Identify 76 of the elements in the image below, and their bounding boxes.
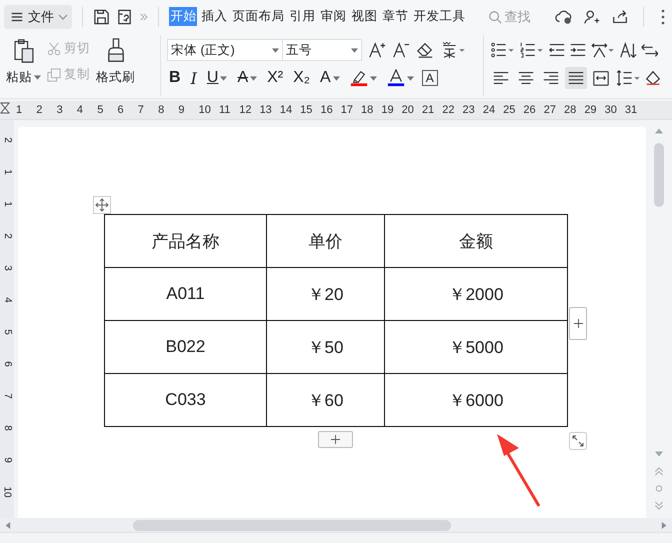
- ruler-number: 3: [56, 104, 64, 116]
- ruler-number: 16: [320, 104, 334, 116]
- format-button[interactable]: I: [188, 68, 199, 88]
- ruler-number: 25: [503, 104, 516, 116]
- ruler-number: 27: [544, 104, 557, 116]
- ribbon-tab[interactable]: 页面布局: [231, 7, 286, 26]
- ribbon-tab[interactable]: 审阅: [319, 7, 348, 26]
- ruler-number: 14: [280, 104, 294, 116]
- table-cell: 产品名称: [152, 232, 220, 250]
- table-cell: ￥50: [308, 338, 344, 356]
- ruler-number: 23: [462, 104, 476, 116]
- ruler-number: 19: [381, 104, 395, 116]
- ruler-number: 10: [1, 486, 13, 498]
- file-menu-button[interactable]: 文件: [4, 4, 72, 28]
- ribbon-tab[interactable]: 引用: [288, 7, 316, 26]
- ruler-number: 6: [117, 104, 125, 116]
- font-name-dropdown[interactable]: 宋体 (正文): [167, 39, 283, 61]
- ruler-number: 26: [523, 104, 537, 116]
- ruler-number: 30: [604, 104, 618, 116]
- ruler-number: 4: [1, 297, 13, 303]
- table-cell: ￥6000: [448, 390, 504, 410]
- format-button[interactable]: B: [167, 69, 183, 87]
- ruler-number: 7: [1, 393, 13, 399]
- ruler-number: 18: [361, 104, 374, 116]
- ribbon-tab[interactable]: 视图: [350, 7, 378, 26]
- table-cell: C033: [165, 390, 206, 409]
- ruler-number: 1: [1, 169, 13, 175]
- ruler-number: 29: [584, 104, 598, 116]
- format-button[interactable]: A: [318, 69, 342, 87]
- ruler-number: 20: [402, 104, 415, 116]
- table-cell: ￥60: [308, 390, 344, 410]
- ruler-number: 13: [260, 104, 273, 116]
- ruler-number: 4: [76, 104, 84, 116]
- ruler-number: 12: [239, 104, 253, 116]
- table-cell: B022: [166, 337, 206, 356]
- ruler-number: 8: [1, 425, 13, 431]
- table-cell: ￥20: [308, 284, 344, 304]
- ruler-number: 10: [198, 104, 212, 116]
- font-size-dropdown[interactable]: 五号: [282, 39, 362, 61]
- ruler-number: 28: [564, 104, 578, 116]
- ruler-number: 7: [138, 104, 145, 116]
- ruler-number: 2: [1, 137, 13, 143]
- format-button[interactable]: A: [235, 69, 260, 87]
- ruler-number: 21: [422, 104, 436, 116]
- table-cell: A011: [166, 284, 205, 303]
- search-field[interactable]: 查找: [488, 9, 550, 24]
- ruler-number: 5: [1, 329, 13, 335]
- table-cell: 单价: [308, 232, 342, 250]
- ruler-number: 8: [158, 104, 166, 116]
- ruler-number: 3: [1, 265, 13, 271]
- ruler-number: 1: [1, 201, 13, 207]
- format-button[interactable]: U: [204, 69, 230, 87]
- ribbon-tab[interactable]: 插入: [200, 7, 228, 26]
- ruler-number: 31: [624, 104, 638, 116]
- ribbon-tab[interactable]: 开发工具: [412, 7, 466, 26]
- paste-button[interactable]: 粘贴: [6, 38, 41, 86]
- format-painter-button[interactable]: 格式刷: [96, 38, 135, 86]
- format-button[interactable]: X₂: [291, 69, 312, 87]
- ruler-number: 17: [340, 104, 354, 116]
- ruler-number: 2: [36, 104, 44, 116]
- ruler-number: 1: [16, 104, 24, 116]
- ruler-number: 6: [1, 361, 13, 367]
- ruler-number: 15: [300, 104, 314, 116]
- ruler-number: 22: [442, 104, 456, 116]
- table-cell: ￥2000: [448, 284, 504, 304]
- ribbon-tab[interactable]: 章节: [381, 7, 410, 26]
- ruler-number: 9: [178, 104, 186, 116]
- ruler-number: 9: [1, 457, 13, 463]
- table-cell: 金额: [459, 232, 493, 250]
- ruler-number: 24: [482, 104, 496, 116]
- ruler-number: 11: [218, 104, 232, 116]
- table-cell: ￥5000: [448, 338, 504, 356]
- ruler-number: 5: [97, 104, 104, 116]
- format-button[interactable]: X²: [265, 69, 286, 87]
- character-border-button[interactable]: A: [422, 70, 438, 86]
- ruler-number: 2: [1, 233, 13, 239]
